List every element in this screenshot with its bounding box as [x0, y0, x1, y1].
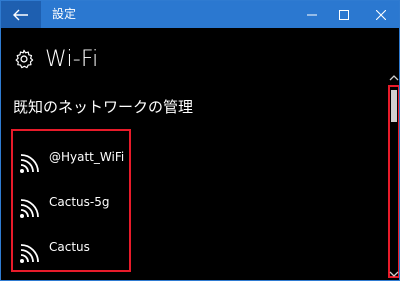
minimize-icon — [307, 14, 317, 15]
section-title: 既知のネットワークの管理 — [13, 98, 194, 116]
wifi-icon — [20, 154, 39, 173]
maximize-icon — [339, 9, 349, 20]
network-item-hyatt-wifi[interactable]: @Hyatt_WiFi — [13, 141, 129, 181]
network-item-cactus[interactable]: Cactus — [13, 231, 129, 271]
vertical-scrollbar[interactable] — [388, 72, 400, 280]
close-button[interactable] — [366, 1, 396, 28]
maximize-button[interactable] — [329, 1, 359, 28]
title-bar: 設定 — [1, 1, 399, 28]
settings-window: 設定 Wi-Fi 既知のネットワークの管理 @Hyatt_WiFi Cactus… — [0, 0, 400, 281]
page-header: Wi-Fi — [13, 44, 99, 74]
gear-icon — [15, 49, 34, 69]
page-title: Wi-Fi — [45, 46, 99, 72]
arrow-left-icon — [13, 9, 28, 20]
wifi-icon — [20, 199, 39, 218]
minimize-button[interactable] — [297, 1, 327, 28]
network-name: Cactus-5g — [49, 195, 110, 209]
back-button[interactable] — [1, 1, 41, 28]
scrollbar-thumb[interactable] — [391, 90, 397, 122]
scroll-down-icon[interactable] — [388, 268, 400, 280]
close-icon — [376, 9, 386, 20]
wifi-icon — [20, 244, 39, 263]
window-title: 設定 — [52, 7, 77, 21]
network-name: @Hyatt_WiFi — [49, 150, 125, 164]
network-name: Cactus — [49, 240, 90, 254]
known-networks-list: @Hyatt_WiFi Cactus-5g Cactus — [11, 129, 131, 272]
network-item-cactus-5g[interactable]: Cactus-5g — [13, 186, 129, 226]
scroll-up-icon[interactable] — [388, 72, 400, 84]
